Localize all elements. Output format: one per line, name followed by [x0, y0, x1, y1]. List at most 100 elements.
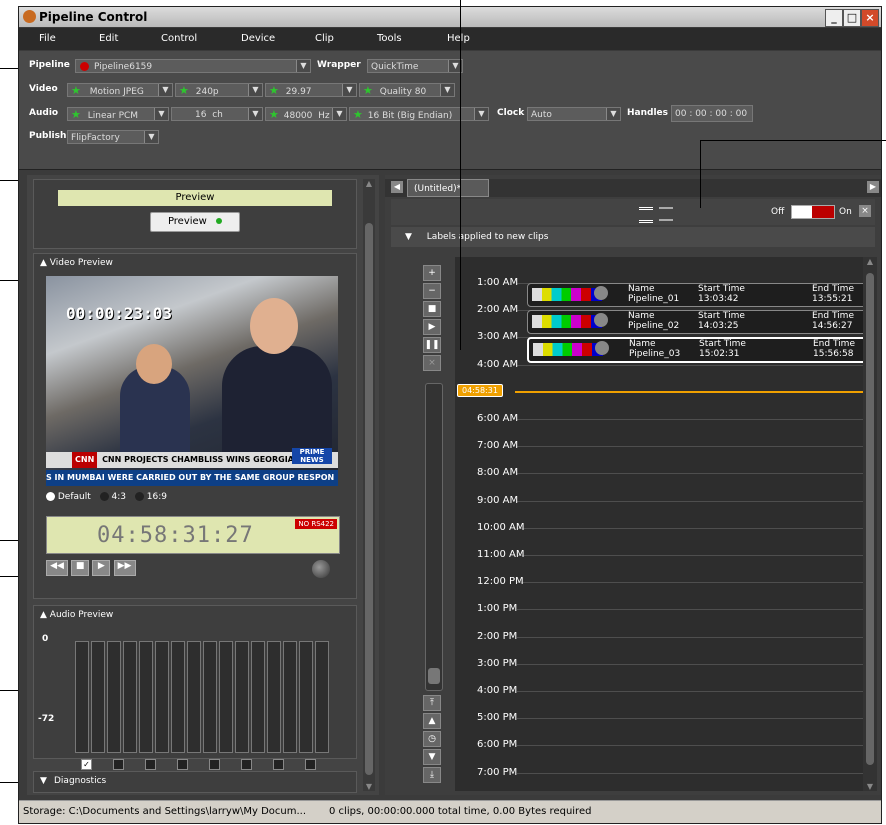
audio-bits-value: 16 Bit (Big Endian): [367, 111, 453, 121]
close-button[interactable]: ×: [861, 9, 879, 27]
chevron-down-icon: ▼: [332, 108, 346, 120]
timeline-scrollbar[interactable]: ▲ ▼: [863, 257, 877, 791]
video-preview-header[interactable]: ▲ Video Preview: [40, 258, 113, 268]
video-size-select[interactable]: ★ 240p ▼: [175, 83, 263, 97]
jog-knob[interactable]: [312, 560, 330, 578]
ticker-brand: CNN: [72, 452, 98, 468]
play-button[interactable]: ▶: [92, 560, 111, 576]
scroll-up-icon[interactable]: ▲: [863, 257, 877, 266]
clock-select[interactable]: Auto ▼: [527, 107, 621, 121]
timeline-grid[interactable]: 1:00 AM 2:00 AM 3:00 AM 4:00 AM 6:00 AM 7:00 …: [455, 257, 863, 791]
ticker-headline: CNN PROJECTS CHAMBLISS WINS GEORGIA: [102, 455, 294, 464]
video-codec-select[interactable]: ★ Motion JPEG ▼: [67, 83, 173, 97]
stop-button[interactable]: ■: [71, 560, 90, 576]
tab-untitled[interactable]: (Untitled)*: [407, 179, 489, 197]
menu-edit[interactable]: Edit: [99, 33, 118, 44]
radio-16-9[interactable]: [134, 492, 144, 501]
audio-rate-select[interactable]: ★ 48000 Hz ▼: [265, 107, 347, 121]
radio-4-3[interactable]: [99, 492, 109, 501]
channel-enable-checkbox[interactable]: [113, 759, 124, 770]
pipeline-select[interactable]: Pipeline6159 ▼: [75, 59, 311, 73]
menu-tools[interactable]: Tools: [377, 33, 402, 44]
playhead-line[interactable]: [515, 391, 863, 394]
scroll-down-icon[interactable]: ▼: [863, 782, 877, 791]
audio-preview-header[interactable]: ▲ Audio Preview: [40, 610, 113, 620]
menu-clip[interactable]: Clip: [315, 33, 334, 44]
handles-field[interactable]: 00 : 00 : 00 : 00: [671, 105, 753, 122]
channel-enable-checkbox[interactable]: ✓: [81, 759, 92, 770]
video-quality-select[interactable]: ★ Quality 80 ▼: [359, 83, 455, 97]
clip-item[interactable]: Name Pipeline_03 Start Time 15:02:31 End Tim…: [527, 336, 863, 363]
preview-button[interactable]: Preview: [150, 212, 240, 232]
scroll-up-icon[interactable]: ▲: [363, 179, 375, 188]
transport-controls: ◀◀ ■ ▶ ▶▶: [46, 560, 136, 576]
scroll-thumb[interactable]: [866, 273, 874, 765]
video-size-value: 240p: [195, 87, 219, 97]
video-quality-value: Quality 80: [379, 87, 427, 97]
video-rate-select[interactable]: ★ 29.97 ▼: [265, 83, 357, 97]
chevron-down-icon: ▼: [158, 84, 172, 96]
view-mode-icon[interactable]: [639, 207, 653, 223]
zoom-out-button[interactable]: −: [423, 283, 441, 299]
scroll-down-icon[interactable]: ▼: [363, 782, 375, 791]
wrapper-value: QuickTime: [371, 62, 419, 72]
wrapper-select[interactable]: QuickTime ▼: [367, 59, 463, 73]
audio-label: Audio: [29, 108, 59, 118]
page-up-icon[interactable]: ▲: [423, 713, 441, 729]
maximize-button[interactable]: □: [843, 9, 861, 27]
wrapper-label: Wrapper: [317, 60, 361, 70]
scroll-thumb[interactable]: [365, 223, 373, 775]
hour-label: 11:00 AM: [477, 549, 525, 560]
channel-enable-checkbox[interactable]: [177, 759, 188, 770]
labels-header[interactable]: ▼ Labels applied to new clips: [391, 227, 875, 247]
channel-enable-checkbox[interactable]: [241, 759, 252, 770]
page-down-icon[interactable]: ▼: [423, 749, 441, 765]
audio-channels-select[interactable]: 16 ch ▼: [171, 107, 263, 121]
zoom-in-button[interactable]: +: [423, 265, 441, 281]
menu-control[interactable]: Control: [161, 33, 197, 44]
stop-tool-button[interactable]: ■: [423, 301, 441, 317]
chevron-down-icon: ▼: [606, 108, 620, 120]
on-off-toggle[interactable]: [791, 205, 835, 219]
pause-tool-button[interactable]: ❚❚: [423, 337, 441, 353]
rewind-button[interactable]: ◀◀: [46, 560, 68, 576]
channel-enable-checkbox[interactable]: [305, 759, 316, 770]
hour-label: 1:00 AM: [477, 277, 519, 288]
clip-item[interactable]: Name Pipeline_02 Start Time 14:03:25 End Tim…: [527, 309, 863, 334]
minimize-button[interactable]: _: [825, 9, 843, 27]
audio-codec-select[interactable]: ★ Linear PCM ▼: [67, 107, 169, 121]
menu-file[interactable]: File: [39, 33, 56, 44]
playhead-label[interactable]: 04:58:31: [457, 384, 503, 398]
fast-forward-button[interactable]: ▶▶: [113, 560, 136, 576]
close-panel-button[interactable]: ×: [859, 205, 871, 217]
chevron-down-icon: ▼: [154, 108, 168, 120]
left-scrollbar[interactable]: ▲ ▼: [363, 179, 375, 791]
channel-enable-checkbox[interactable]: [273, 759, 284, 770]
jump-top-icon[interactable]: ⤒: [423, 695, 441, 711]
zoom-slider[interactable]: [425, 383, 443, 691]
audio-channel-meter: [171, 641, 185, 753]
audio-channel-meter: [123, 641, 137, 753]
clip-item[interactable]: Name Pipeline_01 Start Time 13:03:42 End Tim…: [527, 282, 863, 307]
clip-handle-icon: [594, 285, 608, 300]
publish-select[interactable]: FlipFactory ▼: [67, 130, 159, 144]
clock-icon[interactable]: ◷: [423, 731, 441, 747]
clip-end: 15:56:58: [813, 348, 854, 359]
hour-label: 3:00 AM: [477, 331, 519, 343]
hour-gridline: [517, 419, 863, 420]
audio-bits-select[interactable]: ★ 16 Bit (Big Endian) ▼: [349, 107, 489, 121]
aspect-default-label: Default: [57, 492, 91, 502]
menu-help[interactable]: Help: [447, 33, 470, 44]
jump-bottom-icon[interactable]: ⤓: [423, 767, 441, 783]
diagnostics-section[interactable]: ▼ Diagnostics: [33, 771, 357, 793]
tab-scroll-right-icon[interactable]: ▶: [867, 181, 879, 193]
channel-enable-checkbox[interactable]: [209, 759, 220, 770]
channel-enable-checkbox[interactable]: [145, 759, 156, 770]
zoom-slider-thumb[interactable]: [428, 668, 440, 684]
radio-default[interactable]: [46, 492, 55, 501]
tab-scroll-left-icon[interactable]: ◀: [391, 181, 403, 193]
delete-tool-button[interactable]: ×: [423, 355, 441, 371]
play-tool-button[interactable]: ▶: [423, 319, 441, 335]
menu-device[interactable]: Device: [241, 33, 275, 44]
list-view-icon[interactable]: [659, 207, 673, 221]
